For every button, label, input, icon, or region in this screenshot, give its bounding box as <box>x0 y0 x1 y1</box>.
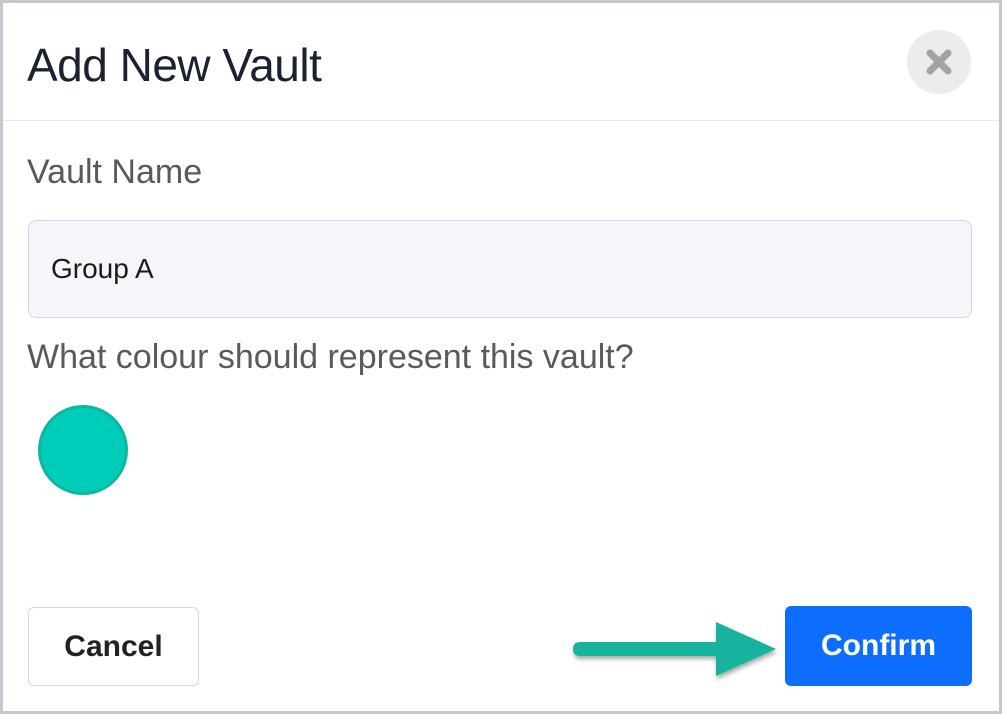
dialog-title: Add New Vault <box>27 39 322 91</box>
dialog-header: Add New Vault <box>3 3 999 121</box>
confirm-button[interactable]: Confirm <box>785 606 972 686</box>
add-vault-dialog: Add New Vault Vault Name What colour sho… <box>0 0 1002 714</box>
vault-name-label: Vault Name <box>27 153 203 191</box>
close-button[interactable] <box>907 30 971 94</box>
close-x-icon <box>926 49 952 75</box>
colour-question-label: What colour should represent this vault? <box>27 338 634 376</box>
cancel-button[interactable]: Cancel <box>28 607 199 686</box>
vault-name-input[interactable] <box>28 220 972 318</box>
pointer-arrow-icon <box>573 622 776 676</box>
colour-swatch[interactable] <box>38 405 128 495</box>
